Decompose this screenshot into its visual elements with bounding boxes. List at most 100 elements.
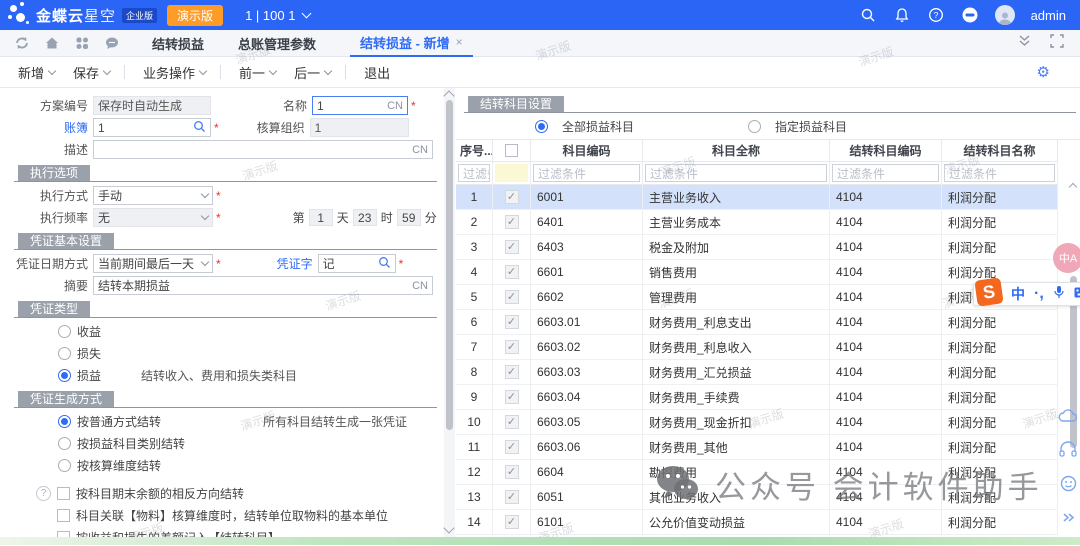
scrollbar-thumb[interactable] [446, 100, 453, 430]
scroll-down-icon[interactable] [443, 522, 454, 533]
new-button[interactable]: 新增 [18, 63, 55, 82]
table-row[interactable]: 12✓6604勘探费用4104利润分配 [456, 460, 1080, 485]
home-icon[interactable] [44, 35, 60, 51]
filter-input-name[interactable]: 过滤条件 [645, 164, 827, 182]
col-header-no[interactable]: 序号... [456, 140, 493, 162]
table-row[interactable]: 11✓6603.06财务费用_其他4104利润分配 [456, 435, 1080, 460]
do-not-disturb-icon[interactable] [961, 6, 979, 24]
schedule-day-field[interactable]: 1 [309, 209, 333, 226]
apps-grid-icon[interactable] [74, 35, 90, 51]
user-avatar[interactable] [995, 5, 1015, 25]
summary-input[interactable]: 结转本期损益CN [93, 276, 433, 295]
filter-input-tcode[interactable]: 过滤条件 [832, 164, 939, 182]
row-checkbox[interactable]: ✓ [505, 365, 519, 379]
collapse-double-chevron-icon[interactable] [1017, 34, 1032, 53]
voucher-word-label-link[interactable]: 凭证字 [221, 255, 313, 272]
lookup-search-icon[interactable] [378, 256, 391, 272]
table-row[interactable]: 7✓6603.02财务费用_利息收入4104利润分配 [456, 335, 1080, 360]
exec-mode-select[interactable]: 手动 [93, 186, 213, 205]
name-input[interactable]: 1CN [312, 96, 408, 115]
ledger-label-link[interactable]: 账簿 [14, 119, 88, 136]
description-input[interactable]: CN [93, 140, 433, 159]
help-icon[interactable]: ? [927, 6, 945, 24]
filter-input-code[interactable]: 过滤条件 [533, 164, 640, 182]
row-checkbox[interactable]: ✓ [505, 340, 519, 354]
checkbox-reverse-direction[interactable] [57, 487, 70, 500]
radio-all-pl-accounts[interactable] [535, 120, 548, 133]
voucher-word-input[interactable]: 记 [318, 254, 396, 273]
table-row[interactable]: 9✓6603.04财务费用_手续费4104利润分配 [456, 385, 1080, 410]
headphones-icon[interactable] [1059, 441, 1077, 462]
radio-loss[interactable] [58, 347, 71, 360]
radio-by-pl-category[interactable] [58, 437, 71, 450]
table-row[interactable]: 14✓6101公允价值变动损益4104利润分配 [456, 510, 1080, 535]
row-checkbox[interactable]: ✓ [505, 465, 519, 479]
lookup-search-icon[interactable] [193, 120, 206, 136]
row-checkbox[interactable]: ✓ [505, 315, 519, 329]
table-row[interactable]: 3✓6403税金及附加4104利润分配 [456, 235, 1080, 260]
smiley-icon[interactable] [1060, 475, 1077, 497]
row-checkbox[interactable]: ✓ [505, 440, 519, 454]
cloud-icon[interactable] [1058, 408, 1078, 428]
demo-version-badge[interactable]: 演示版 [167, 5, 223, 26]
col-header-transfer-name[interactable]: 结转科目名称 [942, 140, 1058, 162]
row-checkbox[interactable]: ✓ [505, 390, 519, 404]
checkbox-material-unit[interactable] [57, 509, 70, 522]
ime-chinese-mode-icon[interactable]: 中 [1011, 284, 1025, 304]
filter-input-tname[interactable]: 过滤条件 [944, 164, 1055, 182]
scroll-up-icon[interactable] [1069, 183, 1077, 191]
business-operations-button[interactable]: 业务操作 [143, 63, 206, 82]
col-header-select-all[interactable] [493, 140, 531, 162]
close-tab-icon[interactable]: × [456, 35, 463, 49]
radio-normal-transfer[interactable] [58, 415, 71, 428]
table-row[interactable]: 10✓6603.05财务费用_现金折扣4104利润分配 [456, 410, 1080, 435]
ime-punctuation-icon[interactable]: ·, [1034, 285, 1044, 303]
notification-bell-icon[interactable] [893, 6, 911, 24]
tab-transfer-pl-new[interactable]: 结转损益 - 新增× [350, 30, 473, 57]
row-checkbox[interactable]: ✓ [505, 490, 519, 504]
ime-microphone-icon[interactable] [1053, 285, 1065, 304]
voucher-date-mode-select[interactable]: 当前期间最后一天 [93, 254, 213, 273]
row-checkbox[interactable]: ✓ [505, 415, 519, 429]
ledger-input[interactable]: 1 [93, 118, 211, 137]
filter-input-no[interactable]: 过滤条件 [458, 164, 490, 182]
exec-freq-select[interactable]: 无 [93, 208, 213, 227]
col-header-account-name[interactable]: 科目全称 [643, 140, 830, 162]
workspace-selector[interactable]: 1 | 100 1 [245, 8, 310, 23]
row-checkbox[interactable]: ✓ [505, 265, 519, 279]
exit-button[interactable]: 退出 [364, 63, 390, 82]
tab-transfer-pl[interactable]: 结转损益 [142, 30, 214, 57]
row-checkbox[interactable]: ✓ [505, 240, 519, 254]
search-icon[interactable] [859, 6, 877, 24]
radio-income[interactable] [58, 325, 71, 338]
table-row[interactable]: 1✓6001主营业务收入4104利润分配 [456, 185, 1080, 210]
ime-toolbar[interactable]: S 中 ·, [973, 282, 1080, 306]
left-panel-scrollbar[interactable] [444, 88, 455, 537]
fullscreen-icon[interactable] [1050, 34, 1064, 53]
translate-bubble-icon[interactable]: 中A [1053, 243, 1080, 273]
table-row[interactable]: 6✓6603.01财务费用_利息支出4104利润分配 [456, 310, 1080, 335]
col-header-transfer-code[interactable]: 结转科目编码 [830, 140, 942, 162]
ime-keyboard-icon[interactable] [1074, 285, 1080, 303]
previous-button[interactable]: 前一 [239, 63, 276, 82]
schedule-minute-field[interactable]: 59 [397, 209, 421, 226]
row-checkbox[interactable]: ✓ [505, 215, 519, 229]
row-checkbox[interactable]: ✓ [505, 290, 519, 304]
radio-specified-pl-accounts[interactable] [748, 120, 761, 133]
filter-cell-checkbox[interactable] [495, 164, 528, 182]
row-checkbox[interactable]: ✓ [505, 190, 519, 204]
save-button[interactable]: 保存 [73, 63, 110, 82]
row-checkbox[interactable]: ✓ [505, 515, 519, 529]
radio-profit-loss[interactable] [58, 369, 71, 382]
username-label[interactable]: admin [1031, 8, 1066, 23]
table-row[interactable]: 8✓6603.03财务费用_汇兑损益4104利润分配 [456, 360, 1080, 385]
sync-icon[interactable] [14, 35, 30, 51]
sogou-logo-icon[interactable]: S [974, 277, 1003, 306]
help-circle-icon[interactable]: ? [36, 486, 51, 501]
settings-gear-icon[interactable]: ⚙ [1037, 63, 1050, 81]
select-all-checkbox[interactable] [505, 144, 518, 157]
message-icon[interactable] [104, 35, 120, 51]
schedule-hour-field[interactable]: 23 [353, 209, 377, 226]
radio-by-dimension[interactable] [58, 459, 71, 472]
next-button[interactable]: 后一 [294, 63, 331, 82]
